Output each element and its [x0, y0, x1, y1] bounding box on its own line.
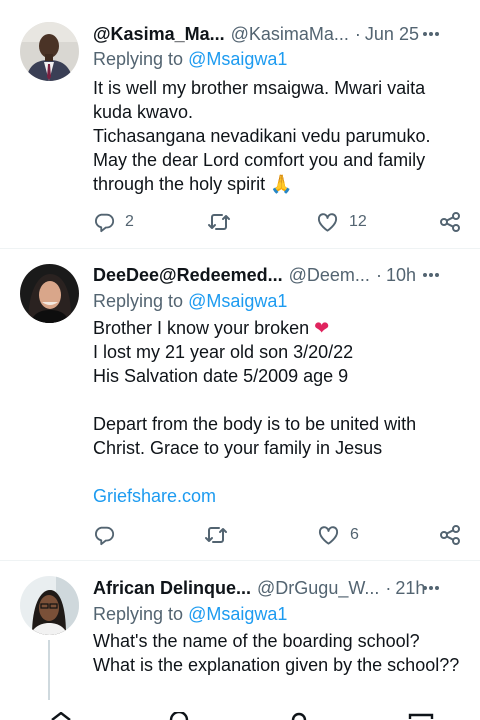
tweet-line: What is the explanation given by the sch…	[93, 655, 460, 675]
share-button[interactable]	[439, 208, 461, 236]
replying-to-label: Replying to	[93, 604, 184, 624]
author-handle[interactable]: @Deem...	[289, 265, 370, 286]
author-handle[interactable]: @DrGugu_W...	[257, 578, 379, 599]
messages-icon[interactable]	[408, 712, 434, 720]
tweet-2[interactable]: DeeDee@Redeemed... @Deem... · 10h Replyi…	[0, 248, 480, 561]
tweet-line: What's the name of the boarding school?	[93, 631, 420, 651]
search-icon[interactable]	[168, 712, 190, 720]
tweet-line: His Salvation date 5/2009 age 9	[93, 366, 349, 386]
replying-to: Replying to @Msaigwa1	[93, 291, 287, 312]
avatar[interactable]	[20, 576, 79, 635]
like-icon	[318, 526, 339, 545]
separator-dot: ·	[375, 264, 382, 285]
like-count: 12	[349, 213, 367, 230]
tweet-line: Christ. Grace to your family in Jesus	[93, 438, 383, 458]
avatar[interactable]	[20, 264, 79, 323]
tweet-3[interactable]: African Delinque... @DrGugu_W... · 21h R…	[0, 560, 480, 720]
tweet-line: It is well my brother msaigwa. Mwari vai…	[93, 78, 426, 98]
share-icon	[440, 525, 460, 545]
mention-link[interactable]: @Msaigwa1	[188, 604, 287, 624]
reply-icon	[95, 213, 115, 233]
share-icon	[440, 212, 460, 232]
timestamp[interactable]: 10h	[386, 265, 416, 286]
like-icon	[317, 213, 338, 232]
tweet-line: May the dear Lord comfort you and family	[93, 150, 426, 170]
tweet-line: Tichasangana nevadikani vedu parumuko.	[93, 126, 431, 146]
heart-emoji-icon: ❤	[314, 318, 330, 338]
bottom-navigation-bar	[0, 700, 480, 720]
tweet-text: What's the name of the boarding school? …	[93, 629, 466, 677]
tweet-text: It is well my brother msaigwa. Mwari vai…	[93, 76, 466, 196]
author-name[interactable]: African Delinque...	[93, 578, 251, 599]
replying-to-label: Replying to	[93, 49, 184, 69]
tweet-line	[93, 460, 466, 484]
separator-dot: ·	[385, 577, 392, 598]
replying-to-label: Replying to	[93, 291, 184, 311]
reply-icon	[95, 526, 115, 546]
home-icon[interactable]	[50, 712, 72, 720]
tweet-line: I lost my 21 year old son 3/20/22	[93, 342, 354, 362]
retweet-icon	[205, 527, 227, 543]
share-button[interactable]	[439, 521, 461, 549]
tweet-line	[93, 388, 466, 412]
retweet-button[interactable]	[207, 208, 241, 236]
separator-dot: ·	[354, 23, 361, 44]
timestamp[interactable]: Jun 25	[365, 24, 419, 45]
tweet-line: kuda kwavo.	[93, 102, 194, 122]
retweet-icon	[208, 214, 230, 230]
more-icon[interactable]	[420, 577, 442, 599]
more-icon[interactable]	[420, 23, 442, 45]
tweet-line: through the holy spirit 🙏	[93, 174, 293, 194]
tweet-text: Brother I know your broken ❤ I lost my 2…	[93, 316, 466, 508]
author-name[interactable]: DeeDee@Redeemed...	[93, 265, 283, 286]
like-button[interactable]: 12	[316, 208, 367, 236]
like-button[interactable]: 6	[317, 521, 359, 549]
tweet-line: Depart from the body is to be united wit…	[93, 414, 417, 434]
avatar[interactable]	[20, 22, 79, 81]
like-count: 6	[350, 526, 359, 543]
reply-count: 2	[125, 213, 134, 230]
replying-to: Replying to @Msaigwa1	[93, 604, 287, 625]
author-name[interactable]: @Kasima_Ma...	[93, 24, 225, 45]
mention-link[interactable]: @Msaigwa1	[188, 291, 287, 311]
griefshare-link[interactable]: Griefshare.com	[93, 484, 466, 508]
mention-link[interactable]: @Msaigwa1	[188, 49, 287, 69]
retweet-button[interactable]	[204, 521, 238, 549]
spaces-icon[interactable]	[288, 712, 310, 720]
reply-button[interactable]	[93, 521, 125, 549]
tweet-1[interactable]: @Kasima_Ma... @KasimaMa... · Jun 25 Repl…	[0, 0, 480, 249]
replying-to: Replying to @Msaigwa1	[93, 49, 287, 70]
more-icon[interactable]	[420, 264, 442, 286]
tweet-line: Brother I know your broken ❤	[93, 318, 330, 338]
author-handle[interactable]: @KasimaMa...	[231, 24, 349, 45]
reply-button[interactable]: 2	[93, 208, 134, 236]
thread-connector-line	[48, 640, 50, 700]
